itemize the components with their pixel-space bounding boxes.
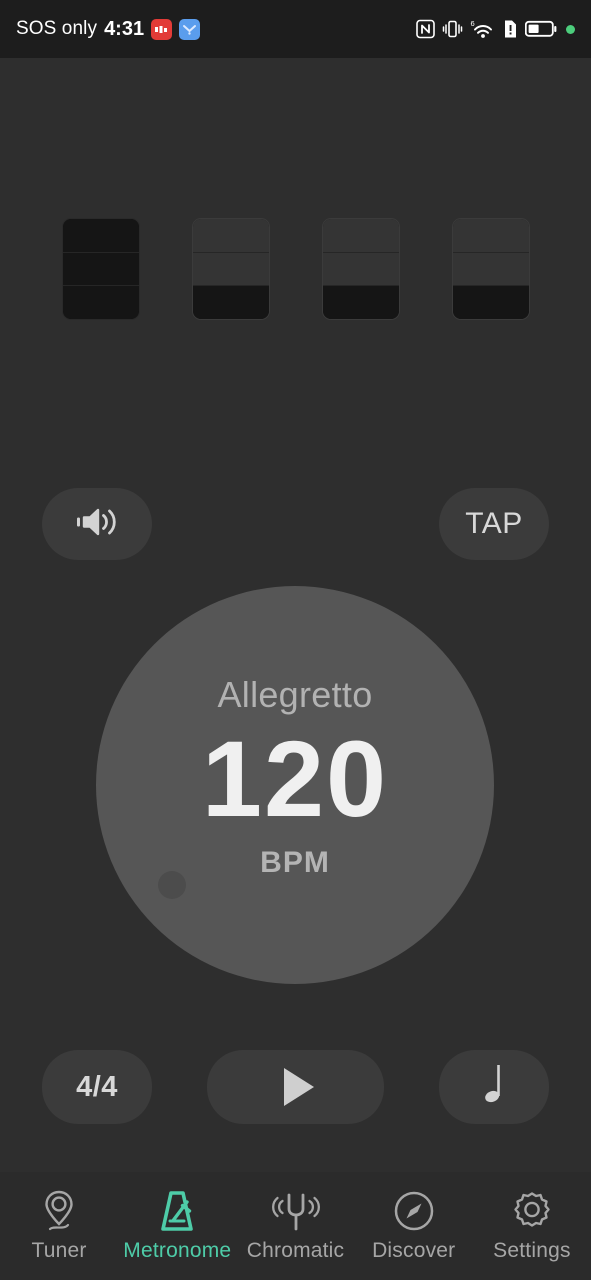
nav-item-chromatic[interactable]: Chromatic	[236, 1172, 354, 1280]
metronome-icon	[156, 1189, 198, 1233]
status-bar-left: SOS only 4:31	[16, 17, 201, 41]
blue-app-notification-icon	[179, 18, 201, 40]
beat-segment	[62, 252, 139, 287]
play-button[interactable]	[207, 1050, 384, 1124]
nav-label-tuner: Tuner	[31, 1239, 87, 1262]
tempo-name-label: Allegretto	[217, 674, 373, 716]
nav-label-metronome: Metronome	[123, 1239, 232, 1262]
nfc-icon	[416, 19, 435, 39]
nav-label-settings: Settings	[493, 1239, 571, 1262]
play-icon	[283, 1068, 314, 1106]
metronome-app-screen: SOS only 4:31 6 TAP Allegretto 120 BPM 4…	[0, 0, 591, 1280]
vibrate-icon	[442, 19, 463, 39]
beat-cell-1[interactable]	[61, 218, 140, 320]
bpm-dial[interactable]: Allegretto 120 BPM	[96, 586, 494, 984]
red-app-notification-icon	[151, 18, 173, 40]
nav-item-discover[interactable]: Discover	[355, 1172, 473, 1280]
battery-icon	[525, 20, 557, 38]
tuning-fork-icon	[271, 1189, 320, 1233]
svg-text:6: 6	[471, 19, 475, 28]
beat-segment	[192, 219, 269, 253]
wifi-6-icon: 6	[470, 19, 496, 39]
compass-icon	[392, 1189, 436, 1233]
tap-tempo-button[interactable]: TAP	[439, 488, 549, 560]
beat-segment	[452, 219, 529, 253]
gear-icon	[510, 1189, 554, 1233]
beat-segment	[322, 286, 399, 319]
beat-cell-3[interactable]	[321, 218, 400, 320]
sim-alert-icon	[503, 19, 518, 39]
beat-segment	[452, 286, 529, 319]
nav-item-tuner[interactable]: Tuner	[0, 1172, 118, 1280]
nav-label-chromatic: Chromatic	[246, 1239, 345, 1262]
beat-pattern-row	[0, 218, 591, 320]
nav-item-settings[interactable]: Settings	[473, 1172, 591, 1280]
volume-button[interactable]	[42, 488, 152, 560]
time-signature-label: 4/4	[76, 1070, 118, 1103]
beat-segment	[452, 252, 529, 287]
beat-cell-4[interactable]	[451, 218, 530, 320]
nav-label-discover: Discover	[372, 1239, 456, 1262]
beat-segment	[62, 286, 139, 319]
green-status-dot-icon	[566, 24, 575, 34]
beat-segment	[192, 286, 269, 319]
time-signature-button[interactable]: 4/4	[42, 1050, 152, 1124]
dial-knob-handle[interactable]	[158, 871, 186, 899]
beat-segment	[62, 219, 139, 253]
tap-button-label: TAP	[465, 507, 523, 540]
bpm-value-label: 120	[201, 718, 389, 840]
bpm-unit-label: BPM	[260, 845, 330, 879]
speaker-volume-icon	[75, 504, 119, 545]
beat-segment	[192, 252, 269, 287]
clock-label: 4:31	[104, 17, 145, 40]
top-controls-row: TAP	[0, 488, 591, 560]
status-bar-right: 6	[416, 19, 575, 39]
carrier-label: SOS only	[16, 18, 98, 39]
quarter-note-icon	[477, 1061, 511, 1114]
status-bar: SOS only 4:31 6	[0, 0, 591, 58]
tuning-peg-icon	[39, 1189, 79, 1233]
bottom-controls-row: 4/4	[0, 1050, 591, 1124]
note-value-button[interactable]	[439, 1050, 549, 1124]
nav-item-metronome[interactable]: Metronome	[118, 1172, 236, 1280]
bottom-navigation-bar: Tuner Metronome Chromatic Discover Setti…	[0, 1172, 591, 1280]
beat-segment	[322, 219, 399, 253]
beat-segment	[322, 252, 399, 287]
beat-cell-2[interactable]	[191, 218, 270, 320]
